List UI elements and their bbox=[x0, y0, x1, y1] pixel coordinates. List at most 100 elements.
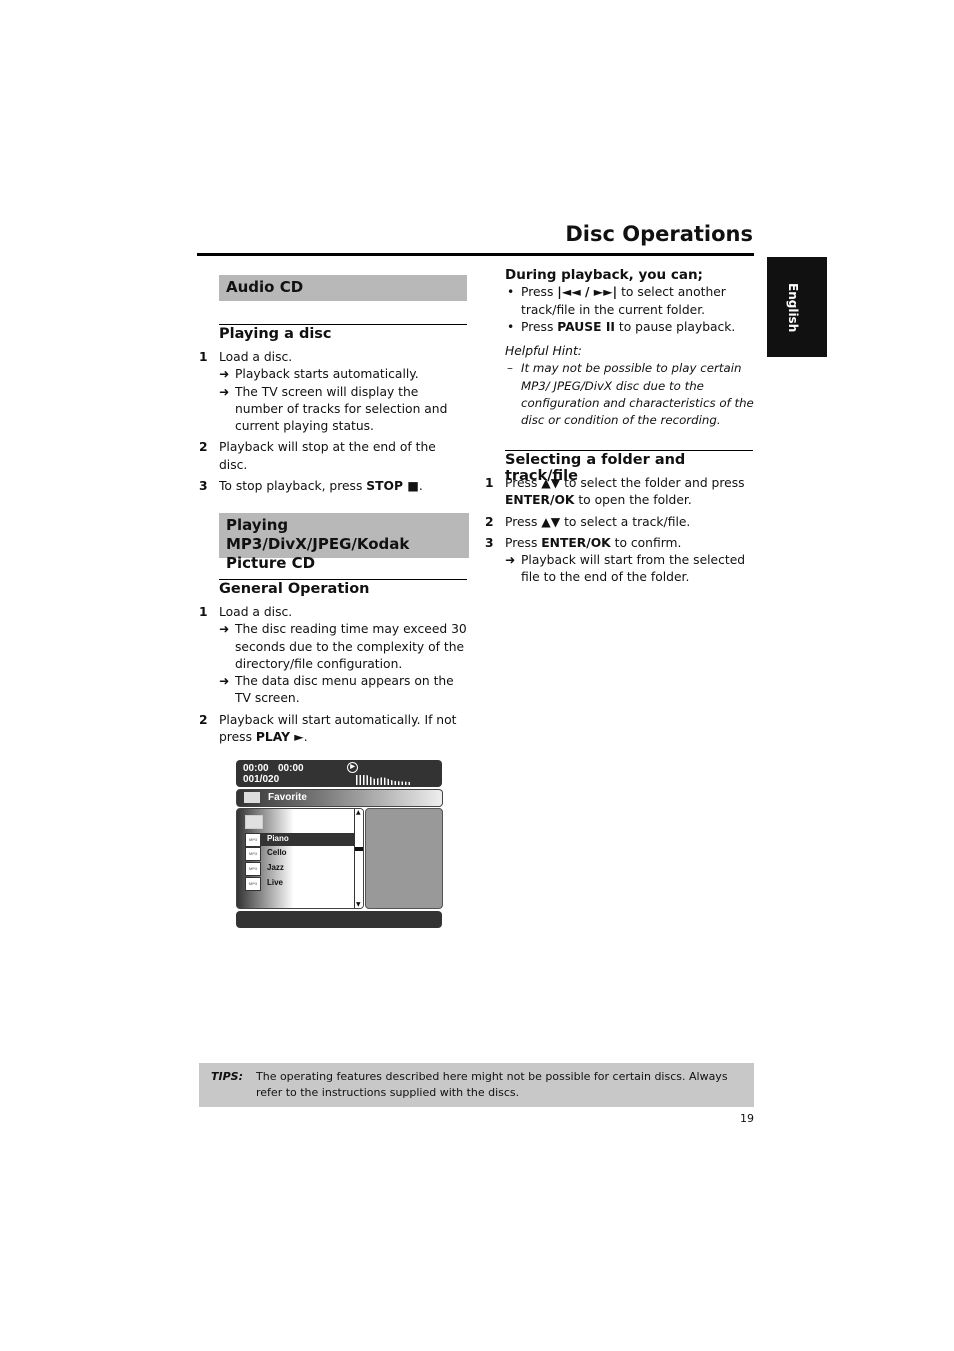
bullet-text: Press bbox=[521, 285, 558, 300]
arrow-icon: ➜ bbox=[219, 367, 230, 382]
step-text: To stop playback, press bbox=[219, 479, 367, 494]
folder-bar: Favorite bbox=[236, 789, 443, 807]
step: 1 Press ▲▼ to select the folder and press… bbox=[485, 475, 755, 510]
step-number: 1 bbox=[199, 350, 208, 364]
step-text: . bbox=[418, 479, 423, 494]
arrow-note: ➜ Playback will start from the selected f… bbox=[505, 552, 755, 587]
hint-item: – It may not be possible to play certain … bbox=[505, 360, 755, 429]
mp3-steps: 1 Load a disc. ➜ The disc reading time may… bbox=[199, 604, 467, 750]
track-counter: 001/020 bbox=[243, 774, 280, 785]
level-meter-icon bbox=[356, 775, 410, 785]
play-icon: ▶ bbox=[347, 762, 358, 773]
step-text: to select a track/file. bbox=[560, 514, 691, 529]
file-name: Piano bbox=[267, 834, 289, 843]
file-name: Live bbox=[267, 878, 284, 887]
during-heading: During playback, you can; bbox=[505, 267, 703, 283]
folder-icon bbox=[244, 792, 260, 803]
arrow-keys: ▲▼ bbox=[541, 514, 561, 529]
arrow-note: ➜ The disc reading time may exceed 30 sec… bbox=[219, 621, 467, 673]
step: 1 Load a disc. ➜ Playback starts automatic… bbox=[199, 349, 467, 435]
scroll-down-icon[interactable]: ▼ bbox=[356, 901, 361, 908]
arrow-note: ➜ The TV screen will display the number o… bbox=[219, 384, 467, 436]
title-rule bbox=[197, 253, 754, 256]
scroll-up-icon[interactable]: ▲ bbox=[356, 809, 361, 816]
step: 3 To stop playback, press STOP ■. bbox=[199, 478, 467, 495]
language-label: English bbox=[786, 283, 800, 333]
select-steps: 1 Press ▲▼ to select the folder and press… bbox=[485, 475, 755, 591]
bullet-dot: • bbox=[507, 319, 515, 334]
stop-key: STOP ■ bbox=[366, 479, 419, 494]
folder-name: Favorite bbox=[268, 792, 307, 803]
step-text: to open the folder. bbox=[574, 493, 692, 508]
time-total: 00:00 bbox=[278, 763, 304, 774]
step-text: Playback will start automatically. If no… bbox=[219, 712, 457, 745]
step-number: 2 bbox=[199, 712, 208, 727]
tv-status-bar: 00:00 00:00 001/020 ▶ bbox=[236, 760, 442, 787]
skip-keys: |◄◄ / ►►| bbox=[557, 285, 618, 300]
section-bar-mp3: Playing MP3/DivX/JPEG/Kodak Picture CD bbox=[219, 513, 469, 572]
audio-cd-steps: 1 Load a disc. ➜ Playback starts automatic… bbox=[199, 349, 467, 499]
arrow-icon: ➜ bbox=[219, 622, 230, 637]
bullet-text: Press bbox=[521, 319, 558, 334]
step-text: Press bbox=[505, 514, 542, 529]
step-text: Load a disc. bbox=[219, 350, 293, 364]
arrow-keys: ▲▼ bbox=[541, 476, 561, 490]
mp3-file-icon: MP3 bbox=[245, 833, 261, 847]
mp3-file-icon: MP3 bbox=[245, 847, 261, 861]
step-number: 1 bbox=[485, 476, 494, 490]
step-number: 2 bbox=[199, 440, 208, 455]
step-text: Playback will stop at the end of the dis… bbox=[219, 440, 436, 472]
arrow-text: The data disc menu appears on the TV scr… bbox=[235, 674, 454, 706]
arrow-icon: ➜ bbox=[219, 674, 230, 689]
arrow-icon: ➜ bbox=[219, 384, 230, 399]
step: 3 Press ENTER/OK to confirm. ➜ Playback wi… bbox=[485, 535, 755, 587]
preview-pane bbox=[365, 808, 443, 909]
section-bar-audio-cd: Audio CD bbox=[219, 275, 467, 301]
tv-screen-illustration: 00:00 00:00 001/020 ▶ Favorite MP3 Piano … bbox=[236, 760, 443, 930]
step-text: to confirm. bbox=[610, 535, 682, 550]
arrow-text: The TV screen will display the number of… bbox=[235, 384, 448, 434]
step: 2 Playback will start automatically. If n… bbox=[199, 712, 467, 747]
step-number: 1 bbox=[199, 605, 208, 619]
file-name: Jazz bbox=[267, 863, 284, 872]
dash: – bbox=[507, 361, 513, 376]
arrow-text: Playback starts automatically. bbox=[235, 367, 419, 382]
tips-text: The operating features described here mi… bbox=[256, 1070, 728, 1099]
bullet-text: to pause playback. bbox=[614, 319, 736, 334]
time-elapsed: 00:00 bbox=[243, 763, 269, 774]
step-text: Press bbox=[505, 535, 542, 550]
arrow-icon: ➜ bbox=[505, 553, 516, 568]
play-key: PLAY ► bbox=[255, 730, 304, 745]
bullet: • Press |◄◄ / ►►| to select another track… bbox=[505, 284, 755, 319]
arrow-note: ➜ Playback starts automatically. bbox=[219, 366, 467, 383]
step: 2 Press ▲▼ to select a track/file. bbox=[485, 514, 755, 531]
language-tab: English bbox=[767, 257, 827, 357]
subhead-general-operation: General Operation bbox=[219, 579, 467, 597]
page-title: Disc Operations bbox=[565, 222, 753, 246]
step: 2 Playback will stop at the end of the di… bbox=[199, 439, 467, 474]
subhead-playing-disc: Playing a disc bbox=[219, 324, 467, 342]
step-text: Load a disc. bbox=[219, 605, 293, 619]
arrow-text: Playback will start from the selected fi… bbox=[521, 553, 746, 585]
scroll-thumb[interactable] bbox=[355, 847, 363, 851]
step-number: 3 bbox=[199, 479, 208, 494]
enter-key: ENTER/OK bbox=[541, 535, 611, 550]
mp3-file-icon: MP3 bbox=[245, 877, 261, 891]
enter-key: ENTER/OK bbox=[505, 493, 575, 508]
during-playback: During playback, you can; • Press |◄◄ / ►… bbox=[505, 267, 755, 430]
tips-box: TIPS: The operating features described h… bbox=[199, 1063, 754, 1107]
hint-text: It may not be possible to play certain M… bbox=[521, 361, 754, 428]
page-number: 19 bbox=[740, 1112, 754, 1125]
parent-folder-icon bbox=[245, 815, 263, 829]
mp3-file-icon: MP3 bbox=[245, 862, 261, 876]
step-text: to select the folder and press bbox=[560, 476, 745, 490]
step-text: . bbox=[303, 730, 308, 745]
file-name: Cello bbox=[267, 848, 287, 857]
step: 1 Load a disc. ➜ The disc reading time may… bbox=[199, 604, 467, 708]
arrow-text: The disc reading time may exceed 30 seco… bbox=[235, 622, 467, 671]
bullet: • Press PAUSE II to pause playback. bbox=[505, 319, 755, 336]
step-text: Press bbox=[505, 476, 542, 490]
scrollbar[interactable]: ▲ ▼ bbox=[354, 809, 363, 908]
file-list[interactable]: MP3 Piano MP3 Cello MP3 Jazz MP3 Live ▲ ▼ bbox=[236, 808, 364, 909]
arrow-note: ➜ The data disc menu appears on the TV sc… bbox=[219, 673, 467, 708]
